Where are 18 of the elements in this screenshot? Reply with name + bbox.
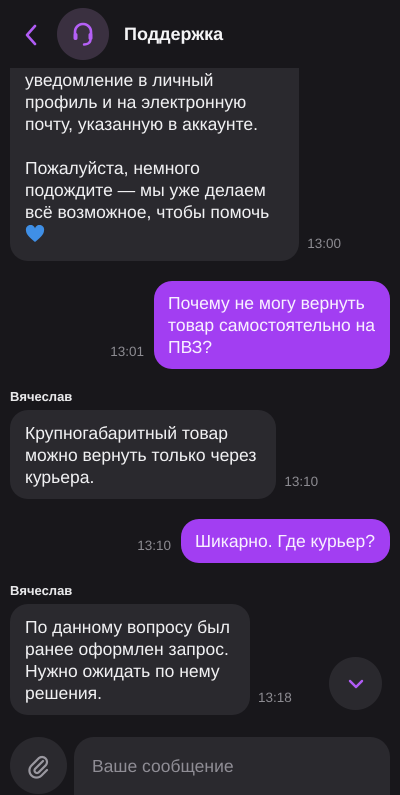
message-time: 13:10 (137, 538, 171, 553)
message-text: Почему не могу вернуть товар самостоятельно на ПВЗ? (168, 292, 375, 358)
message-time: 13:01 (110, 344, 144, 359)
chat-title: Поддержка (124, 24, 224, 44)
back-icon[interactable] (24, 24, 38, 46)
message-text: Шикарно. Где курьер? (194, 530, 375, 552)
sender-name: Вячеслав (10, 583, 74, 598)
message-time: 13:10 (284, 474, 318, 489)
message-time: 13:00 (307, 236, 341, 251)
message-time: 13:18 (258, 690, 292, 705)
message-input[interactable]: Ваше сообщение (74, 737, 390, 795)
chevron-down-icon (348, 678, 364, 688)
message-text: Пожалуйста, немного подождите — мы уже делаем всё возможное, чтобы помочь (25, 157, 270, 223)
sender-name: Вячеслав (10, 389, 74, 404)
message-text: По данному вопросу был ранее оформлен запрос. Нужно ожидать по нему решения. (25, 616, 230, 704)
headset-icon (72, 21, 94, 47)
message-text: уведомление в личный профиль и на электронную почту, указанную в аккаунте. (25, 69, 259, 135)
message-text: Крупногабаритный товар можно вернуть только через курьера. (25, 422, 256, 488)
